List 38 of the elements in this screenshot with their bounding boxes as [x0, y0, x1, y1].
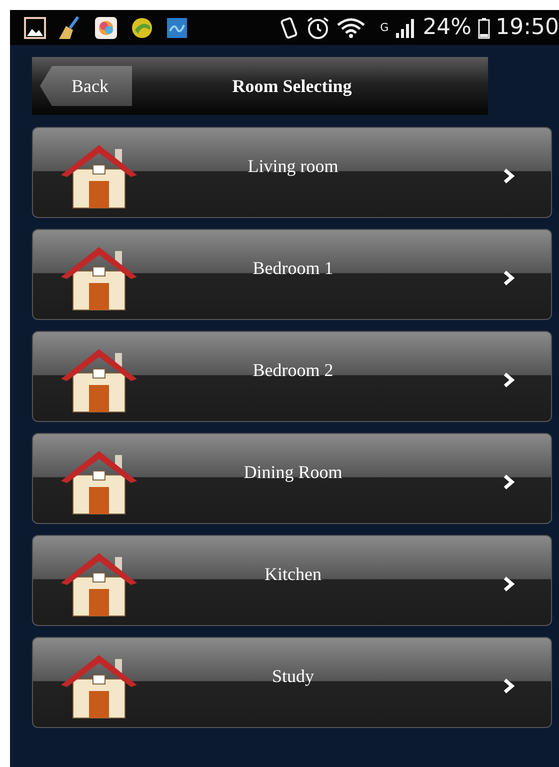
- chevron-icon: [503, 678, 515, 694]
- chevron-icon: [503, 168, 515, 184]
- app-icon: [166, 16, 188, 38]
- room-name: Study: [270, 666, 315, 687]
- wifi-icon: [336, 16, 366, 38]
- room-item[interactable]: Bedroom 2: [32, 331, 552, 422]
- house-icon: [59, 244, 139, 310]
- room-name: Bedroom 2: [252, 360, 334, 381]
- chevron-icon: [503, 270, 515, 286]
- room-name: Bedroom 1: [252, 258, 334, 279]
- chevron-icon: [503, 576, 515, 592]
- screen-title: Room Selecting: [231, 76, 353, 97]
- room-item[interactable]: Dining Room: [32, 433, 552, 524]
- back-button[interactable]: Back: [40, 66, 132, 106]
- room-name: Living room: [246, 156, 340, 177]
- battery-percent: 24%: [422, 15, 472, 40]
- battery-icon: [478, 16, 490, 38]
- room-item[interactable]: Study: [32, 637, 552, 728]
- house-icon: [59, 652, 139, 718]
- house-icon: [59, 448, 139, 514]
- room-item[interactable]: Bedroom 1: [32, 229, 552, 320]
- room-name: Dining Room: [242, 462, 344, 483]
- house-icon: [59, 550, 139, 616]
- house-icon: [59, 142, 139, 208]
- signal-icon: [394, 16, 417, 38]
- chevron-icon: [503, 372, 515, 388]
- photos-icon: [94, 16, 118, 40]
- broom-icon: [58, 16, 82, 40]
- ball-icon: [130, 16, 154, 40]
- alarm-icon: [306, 16, 330, 40]
- house-icon: [59, 346, 139, 412]
- network-type: G: [380, 20, 389, 34]
- clock-time: 19:50: [496, 15, 559, 40]
- room-item[interactable]: Kitchen: [32, 535, 552, 626]
- chevron-icon: [503, 474, 515, 490]
- image-icon: [24, 16, 46, 38]
- room-item[interactable]: Living room: [32, 127, 552, 218]
- room-name: Kitchen: [264, 564, 322, 585]
